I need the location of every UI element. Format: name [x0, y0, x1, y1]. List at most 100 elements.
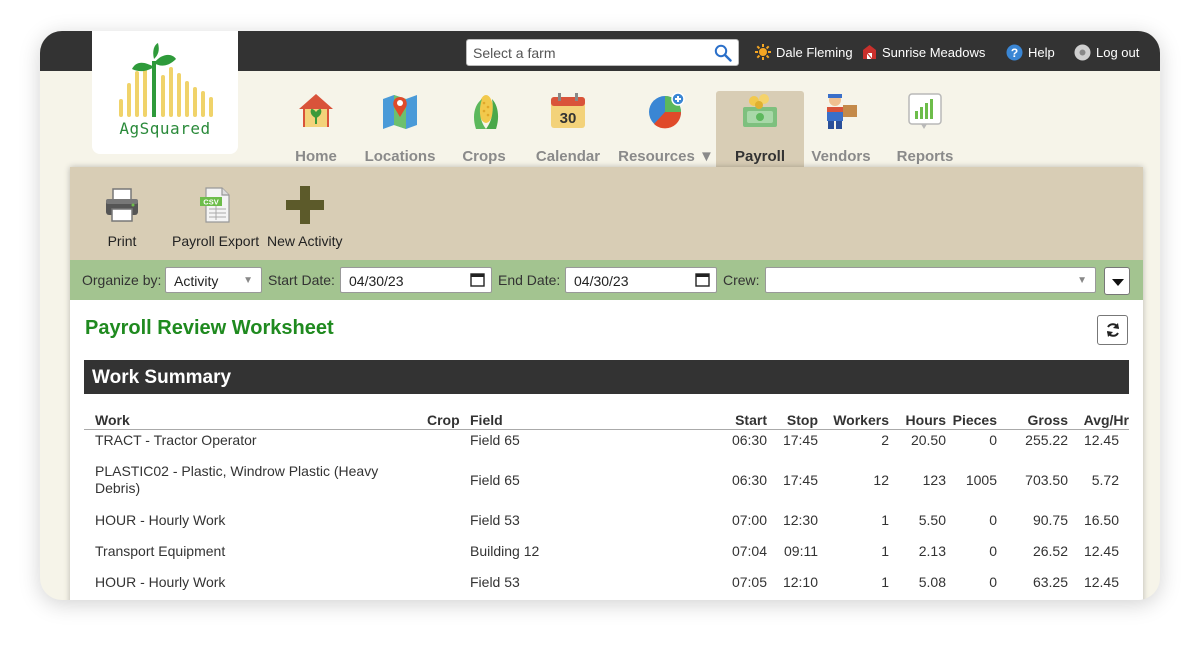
print-label[interactable]: Print — [102, 233, 142, 249]
col-avg-hr[interactable]: Avg/Hr — [1084, 412, 1129, 428]
col-work[interactable]: Work — [95, 412, 130, 428]
col-start[interactable]: Start — [735, 412, 767, 428]
nav-home[interactable]: Home — [285, 91, 347, 169]
calendar-day: 30 — [560, 110, 577, 127]
help-label[interactable]: Help — [1028, 45, 1055, 60]
logout-label[interactable]: Log out — [1096, 45, 1139, 60]
crew-label: Crew: — [723, 272, 760, 288]
farm-search-input[interactable] — [467, 40, 708, 65]
nav-locations[interactable]: Locations — [362, 91, 438, 169]
cell-field: Field 53 — [470, 512, 520, 528]
nav-label[interactable]: Home — [285, 148, 347, 165]
plus-icon — [285, 186, 324, 224]
cell-hours: 5.08 — [918, 574, 946, 590]
end-date-input[interactable]: 04/30/23 — [565, 267, 717, 293]
nav-vendors[interactable]: Vendors — [808, 91, 874, 169]
logout-link[interactable]: Log out — [1074, 42, 1139, 62]
start-date-value[interactable]: 04/30/23 — [349, 273, 404, 289]
cell-hours: 2.13 — [918, 543, 946, 559]
money-icon — [743, 94, 777, 127]
cell-work: HOUR - Hourly Work — [95, 574, 226, 590]
calendar-picker-icon[interactable] — [470, 272, 485, 287]
organize-select[interactable]: Activity ▼ — [165, 267, 262, 293]
farm-search[interactable] — [466, 39, 739, 66]
map-icon — [383, 95, 417, 129]
chevron-down-icon[interactable]: ▼ — [243, 275, 253, 286]
nav-label[interactable]: Reports — [892, 148, 958, 165]
nav-crops[interactable]: Crops — [453, 91, 515, 169]
nav-label[interactable]: Vendors — [808, 148, 874, 165]
cell-pieces: 0 — [989, 512, 997, 528]
user-name[interactable]: Dale Fleming — [776, 45, 853, 60]
cell-gross: 90.75 — [1032, 512, 1068, 528]
col-pieces[interactable]: Pieces — [953, 412, 997, 428]
farm-menu[interactable]: Sunrise Meadows — [862, 42, 985, 62]
end-date-value[interactable]: 04/30/23 — [574, 273, 629, 289]
pie-chart-icon — [649, 92, 685, 129]
nav-label[interactable]: Calendar — [530, 148, 606, 165]
csv-file-icon: CSV — [199, 187, 230, 223]
action-toolbar: Print CSV Payroll Export New Activity — [70, 167, 1143, 260]
help-link[interactable]: ? Help — [1006, 42, 1055, 62]
cell-workers: 12 — [873, 472, 889, 488]
chevron-down-icon[interactable]: ▼ — [1077, 275, 1087, 286]
payroll-export-button[interactable]: CSV Payroll Export — [172, 185, 259, 249]
farm-name[interactable]: Sunrise Meadows — [882, 45, 985, 60]
nav-label[interactable]: Crops — [453, 148, 515, 165]
nav-payroll[interactable]: Payroll — [716, 91, 804, 169]
nav-label[interactable]: Resources ▼ — [618, 148, 714, 165]
cell-pieces: 0 — [989, 574, 997, 590]
nav-calendar[interactable]: 30 Calendar — [530, 91, 606, 169]
printer-icon — [106, 188, 138, 222]
nav-label[interactable]: Payroll — [716, 148, 804, 165]
col-crop[interactable]: Crop — [427, 412, 460, 428]
refresh-button[interactable] — [1097, 315, 1128, 345]
nav-resources[interactable]: Resources ▼ — [618, 91, 714, 169]
crew-select[interactable]: ▼ — [765, 267, 1096, 293]
power-icon — [1074, 44, 1091, 60]
col-hours[interactable]: Hours — [906, 412, 946, 428]
svg-text:?: ? — [1011, 46, 1018, 60]
cell-start: 06:30 — [731, 432, 767, 448]
payroll-export-label[interactable]: Payroll Export — [172, 233, 259, 249]
cell-field: Field 65 — [470, 432, 520, 448]
table-header: Work Crop Field Start Stop Workers Hours… — [84, 407, 1129, 430]
sprout-logo-icon — [119, 43, 213, 117]
cell-start: 07:05 — [731, 574, 767, 590]
search-icon[interactable] — [714, 44, 732, 62]
sun-icon — [755, 44, 771, 60]
payroll-panel: Print CSV Payroll Export New Activity Or… — [70, 167, 1143, 600]
cell-start: 06:30 — [731, 472, 767, 488]
new-activity-button[interactable]: New Activity — [267, 185, 342, 249]
col-stop[interactable]: Stop — [787, 412, 818, 428]
expand-filters-button[interactable] — [1104, 267, 1130, 295]
cell-workers: 1 — [881, 574, 889, 590]
agsquared-logo[interactable]: AgSquared — [92, 31, 238, 154]
page-title: Payroll Review Worksheet — [85, 317, 334, 339]
cell-hours: 123 — [922, 472, 946, 488]
new-activity-label[interactable]: New Activity — [267, 233, 342, 249]
cell-stop: 12:10 — [782, 574, 818, 590]
cell-avg: 12.45 — [1083, 543, 1119, 559]
cell-stop: 17:45 — [782, 472, 818, 488]
col-workers[interactable]: Workers — [833, 412, 889, 428]
filter-bar: Organize by: Activity ▼ Start Date: 04/3… — [70, 260, 1143, 300]
cell-workers: 1 — [881, 512, 889, 528]
col-gross[interactable]: Gross — [1028, 412, 1068, 428]
print-button[interactable]: Print — [102, 185, 142, 249]
home-icon — [299, 94, 333, 127]
start-date-input[interactable]: 04/30/23 — [340, 267, 492, 293]
cell-work: Transport Equipment — [95, 543, 226, 559]
nav-label[interactable]: Locations — [362, 148, 438, 165]
col-field[interactable]: Field — [470, 412, 503, 428]
calendar-picker-icon[interactable] — [695, 272, 710, 287]
user-menu[interactable]: Dale Fleming — [755, 42, 853, 62]
cell-workers: 1 — [881, 543, 889, 559]
cell-workers: 2 — [881, 432, 889, 448]
report-icon — [908, 93, 942, 129]
organize-value[interactable]: Activity — [174, 273, 218, 289]
calendar-icon: 30 — [551, 93, 585, 128]
cell-avg: 5.72 — [1091, 472, 1119, 488]
nav-reports[interactable]: Reports — [892, 91, 958, 169]
cell-field: Building 12 — [470, 543, 540, 559]
